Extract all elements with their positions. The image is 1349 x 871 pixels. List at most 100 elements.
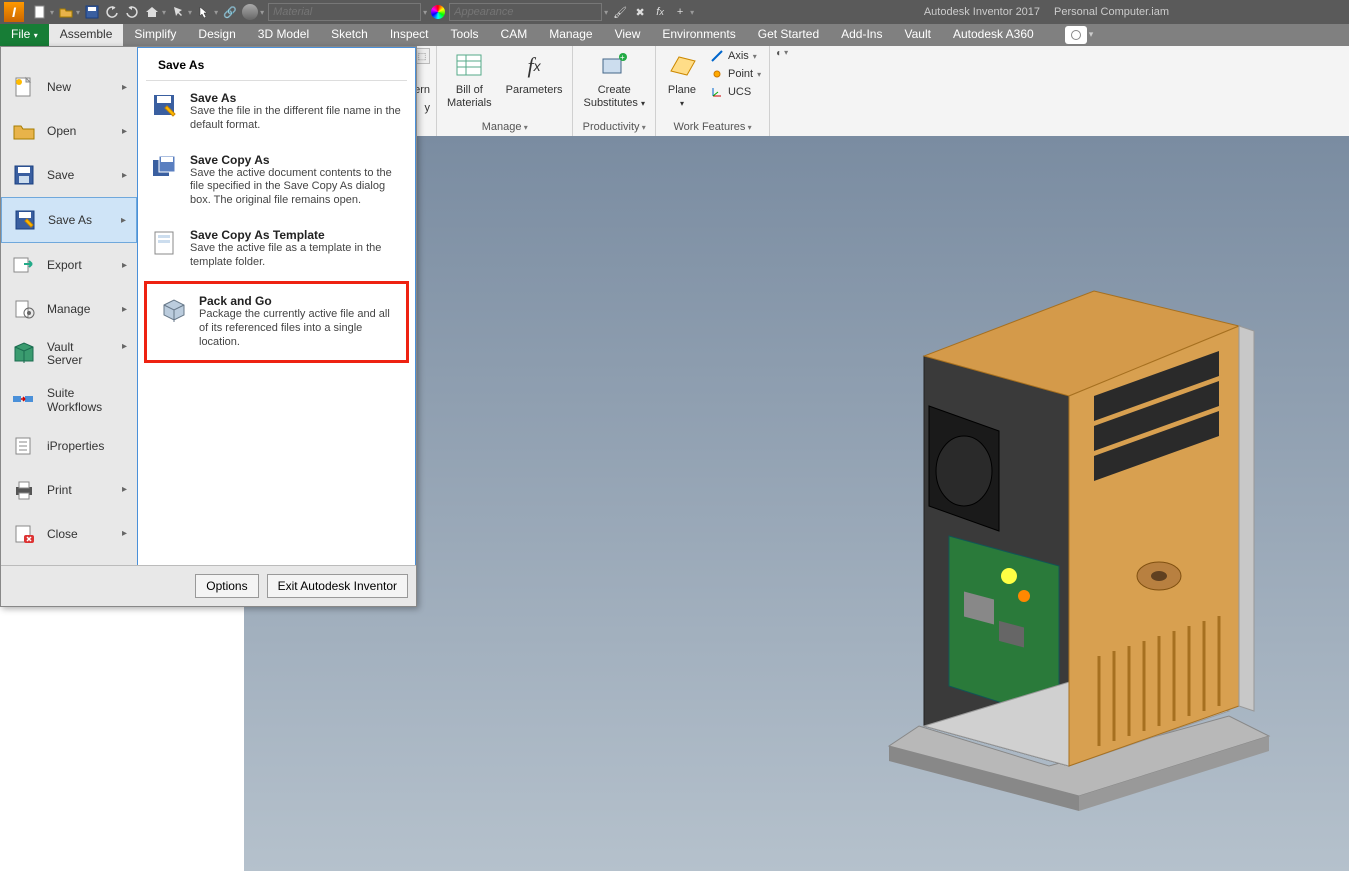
dropdown-icon[interactable]: ▾ bbox=[604, 8, 608, 17]
redo-icon[interactable] bbox=[124, 4, 140, 20]
submenu-save-copy-template[interactable]: Save Copy As TemplateSave the active fil… bbox=[138, 218, 415, 280]
parameters-button[interactable]: fx Parameters bbox=[502, 48, 567, 99]
ribbon-collapse-icon[interactable]: ◐ bbox=[776, 48, 782, 59]
tab-cam[interactable]: CAM bbox=[490, 24, 539, 46]
new-file-icon[interactable] bbox=[32, 4, 48, 20]
point-icon bbox=[710, 67, 724, 81]
tab-inspect[interactable]: Inspect bbox=[379, 24, 440, 46]
file-open[interactable]: Open▸ bbox=[1, 109, 137, 153]
panel-productivity: + Create Substitutes ▾ Productivity bbox=[573, 46, 656, 137]
save-icon[interactable] bbox=[84, 4, 100, 20]
exit-button[interactable]: Exit Autodesk Inventor bbox=[267, 574, 408, 598]
title-bar: I ▾ ▾ ▾ ▾ ▾ 🔗 ▾ ▾ ▾ 🖌 ✖ fx + ▾ Autodesk … bbox=[0, 0, 1349, 24]
tab-environments[interactable]: Environments bbox=[651, 24, 746, 46]
appearance-field[interactable] bbox=[449, 3, 602, 21]
dropdown-icon[interactable]: ▾ bbox=[76, 8, 80, 17]
link-icon[interactable]: 🔗 bbox=[222, 4, 238, 20]
axis-button[interactable]: Axis ▾ bbox=[708, 48, 763, 64]
chevron-right-icon: ▸ bbox=[122, 260, 127, 271]
globe-icon[interactable] bbox=[242, 4, 258, 20]
bill-of-materials-button[interactable]: Bill of Materials bbox=[443, 48, 496, 111]
file-close[interactable]: Close▸ bbox=[1, 512, 137, 556]
select-icon[interactable] bbox=[170, 4, 186, 20]
dropdown-icon[interactable]: ▾ bbox=[1089, 29, 1094, 46]
submenu-save-copy-as[interactable]: Save Copy AsSave the active document con… bbox=[138, 143, 415, 218]
fx-icon: fx bbox=[518, 50, 550, 82]
dropdown-icon[interactable]: ▾ bbox=[50, 8, 54, 17]
dropdown-icon[interactable]: ▾ bbox=[423, 8, 427, 17]
file-submenu: Save As Save AsSave the file in the diff… bbox=[137, 47, 416, 565]
chevron-right-icon: ▸ bbox=[122, 528, 127, 539]
qat-customize-icon[interactable]: ▾ bbox=[690, 8, 694, 17]
file-export[interactable]: Export▸ bbox=[1, 243, 137, 287]
chevron-right-icon: ▸ bbox=[122, 304, 127, 315]
file-suite-workflows[interactable]: SuiteWorkflows bbox=[1, 377, 137, 423]
tab-vault[interactable]: Vault bbox=[893, 24, 941, 46]
submenu-pack-and-go[interactable]: Pack and GoPackage the currently active … bbox=[144, 281, 409, 362]
chevron-right-icon: ▸ bbox=[122, 484, 127, 495]
file-manage[interactable]: Manage▸ bbox=[1, 287, 137, 331]
file-menu-footer: Options Exit Autodesk Inventor bbox=[1, 565, 416, 606]
substitutes-icon: + bbox=[598, 50, 630, 82]
app-icon: I bbox=[4, 2, 24, 22]
pack-and-go-icon bbox=[159, 294, 189, 324]
tab-a360[interactable]: Autodesk A360 bbox=[942, 24, 1045, 46]
paint-icon[interactable]: 🖌 bbox=[612, 4, 628, 20]
ucs-button[interactable]: UCS bbox=[708, 84, 763, 100]
clear-icon[interactable]: ✖ bbox=[632, 4, 648, 20]
fx-icon[interactable]: fx bbox=[652, 4, 668, 20]
template-icon bbox=[150, 228, 180, 258]
window-title: Autodesk Inventor 2017 Personal Computer… bbox=[924, 6, 1169, 18]
manage-icon bbox=[11, 297, 37, 321]
tab-sketch[interactable]: Sketch bbox=[320, 24, 379, 46]
vault-icon bbox=[11, 341, 37, 365]
material-field[interactable] bbox=[268, 3, 421, 21]
file-vault-server[interactable]: VaultServer▸ bbox=[1, 331, 137, 377]
print-icon bbox=[11, 478, 37, 502]
export-icon bbox=[11, 253, 37, 277]
tab-getstarted[interactable]: Get Started bbox=[747, 24, 830, 46]
dropdown-icon[interactable]: ▾ bbox=[214, 8, 218, 17]
file-new[interactable]: New▸ bbox=[1, 65, 137, 109]
submenu-save-as[interactable]: Save AsSave the file in the different fi… bbox=[138, 81, 415, 143]
tab-file[interactable]: File ▾ bbox=[0, 24, 49, 46]
home-icon[interactable] bbox=[144, 4, 160, 20]
chevron-right-icon: ▸ bbox=[121, 215, 126, 226]
tab-design[interactable]: Design bbox=[187, 24, 246, 46]
chevron-right-icon: ▸ bbox=[122, 82, 127, 93]
cursor-icon[interactable] bbox=[196, 4, 212, 20]
create-substitutes-button[interactable]: + Create Substitutes ▾ bbox=[579, 48, 649, 111]
dropdown-icon[interactable]: ▾ bbox=[188, 8, 192, 17]
axis-icon bbox=[710, 49, 724, 63]
tab-tools[interactable]: Tools bbox=[440, 24, 490, 46]
open-icon bbox=[11, 119, 37, 143]
file-save-as[interactable]: Save As▸ bbox=[1, 197, 137, 243]
tab-assemble[interactable]: Assemble bbox=[49, 24, 124, 46]
tab-simplify[interactable]: Simplify bbox=[123, 24, 187, 46]
save-as-icon bbox=[150, 91, 180, 121]
tab-3dmodel[interactable]: 3D Model bbox=[247, 24, 320, 46]
tab-view[interactable]: View bbox=[604, 24, 652, 46]
close-icon bbox=[11, 522, 37, 546]
save-as-icon bbox=[12, 208, 38, 232]
options-button[interactable]: Options bbox=[195, 574, 258, 598]
file-print[interactable]: Print▸ bbox=[1, 468, 137, 512]
submenu-header: Save As bbox=[146, 48, 407, 81]
undo-icon[interactable] bbox=[104, 4, 120, 20]
tab-addins[interactable]: Add-Ins bbox=[830, 24, 893, 46]
quick-access-toolbar: ▾ ▾ ▾ ▾ ▾ 🔗 ▾ ▾ ▾ 🖌 ✖ fx + ▾ bbox=[32, 3, 694, 21]
file-iproperties[interactable]: iProperties bbox=[1, 424, 137, 468]
plane-button[interactable]: Plane▾ bbox=[662, 48, 702, 111]
search-toggle-icon[interactable] bbox=[1065, 26, 1087, 44]
plus-icon[interactable]: + bbox=[672, 4, 688, 20]
file-save[interactable]: Save▸ bbox=[1, 153, 137, 197]
tab-manage[interactable]: Manage bbox=[538, 24, 603, 46]
dropdown-icon[interactable]: ▾ bbox=[260, 8, 264, 17]
open-icon[interactable] bbox=[58, 4, 74, 20]
dropdown-icon[interactable]: ▾ bbox=[162, 8, 166, 17]
iproperties-icon bbox=[11, 434, 37, 458]
panel-title-productivity: Productivity bbox=[581, 121, 648, 135]
file-menu-left: New▸ Open▸ Save▸ Save As▸ Export▸ Manage… bbox=[1, 47, 137, 565]
appearance-icon[interactable] bbox=[431, 5, 445, 19]
point-button[interactable]: Point ▾ bbox=[708, 66, 763, 82]
